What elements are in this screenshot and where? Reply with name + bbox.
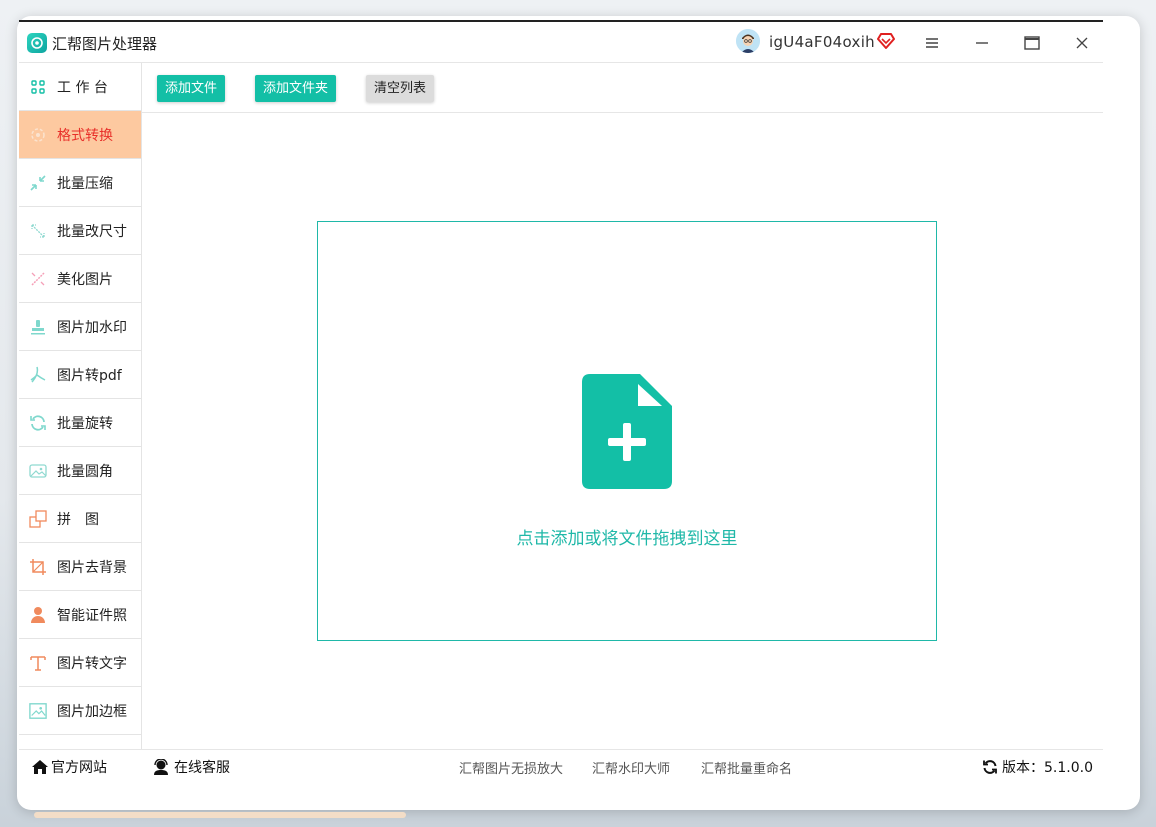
maximize-button[interactable] <box>1017 28 1047 58</box>
sidebar-item-collage[interactable]: 拼 图 <box>19 495 141 543</box>
footer-link-rename[interactable]: 汇帮批量重命名 <box>701 758 792 777</box>
app-logo-icon <box>27 33 47 53</box>
sidebar-item-rounded[interactable]: 批量圆角 <box>19 447 141 495</box>
sidebar-item-watermark[interactable]: 图片加水印 <box>19 303 141 351</box>
sidebar-item-rotate[interactable]: 批量旋转 <box>19 399 141 447</box>
menu-button[interactable] <box>917 28 947 58</box>
sidebar-item-label: 格式转换 <box>57 127 113 144</box>
frame-icon <box>29 702 47 720</box>
refresh-icon <box>983 760 997 774</box>
sidebar-item-id-photo[interactable]: 智能证件照 <box>19 591 141 639</box>
sidebar-item-label: 拼 图 <box>57 511 99 528</box>
app-title: 汇帮图片处理器 <box>52 35 158 53</box>
sidebar-item-label: 图片转pdf <box>57 367 122 384</box>
minimize-button[interactable] <box>967 28 997 58</box>
add-folder-button[interactable]: 添加文件夹 <box>255 75 337 102</box>
dropzone-hint: 点击添加或将文件拖拽到这里 <box>516 529 738 549</box>
sidebar-item-label: 批量旋转 <box>57 415 113 432</box>
pdf-icon <box>29 366 47 384</box>
official-website-link[interactable]: 官方网站 <box>31 757 107 777</box>
resize-icon <box>29 222 47 240</box>
sidebar-item-compress[interactable]: 批量压缩 <box>19 159 141 207</box>
clear-list-button[interactable]: 清空列表 <box>366 75 435 102</box>
puzzle-icon <box>29 509 47 528</box>
person-icon <box>29 606 47 624</box>
text-icon <box>29 654 47 672</box>
add-file-icon <box>582 374 672 489</box>
close-button[interactable] <box>1067 28 1097 58</box>
rounded-image-icon <box>29 462 47 480</box>
sidebar-item-workbench[interactable]: 工 作 台 <box>19 63 141 111</box>
toolbar: 添加文件 添加文件夹 清空列表 <box>142 63 1103 113</box>
grid-icon <box>29 78 47 96</box>
sidebar-item-label: 工 作 台 <box>57 79 108 96</box>
title-bar: 汇帮图片处理器 igU4aF04oxih <box>19 20 1103 63</box>
beautify-icon <box>29 270 47 288</box>
sidebar-item-border[interactable]: 图片加边框 <box>19 687 141 735</box>
online-support-label: 在线客服 <box>174 760 230 776</box>
sidebar-item-label: 图片转文字 <box>57 655 127 672</box>
sidebar-item-resize[interactable]: 批量改尺寸 <box>19 207 141 255</box>
sidebar-item-label: 智能证件照 <box>57 607 127 624</box>
sidebar-item-label: 批量压缩 <box>57 175 113 192</box>
version-info[interactable]: 版本：5.1.0.0 <box>982 757 1093 777</box>
sidebar-item-label: 图片去背景 <box>57 559 127 576</box>
support-icon <box>154 759 168 775</box>
menu-icon <box>926 38 938 48</box>
maximize-icon <box>1024 36 1040 50</box>
rotate-icon <box>29 414 47 432</box>
sidebar-item-format-convert[interactable]: 格式转换 <box>19 111 141 159</box>
home-icon <box>32 760 48 774</box>
official-website-label: 官方网站 <box>51 760 107 776</box>
minimize-icon <box>976 42 988 44</box>
sidebar-item-label: 图片加边框 <box>57 703 127 720</box>
sidebar-item-ocr[interactable]: 图片转文字 <box>19 639 141 687</box>
sidebar-item-remove-bg[interactable]: 图片去背景 <box>19 543 141 591</box>
footer-link-upscale[interactable]: 汇帮图片无损放大 <box>459 758 563 777</box>
footer: 官方网站 在线客服 汇帮图片无损放大 汇帮水印大师 汇帮批量重命名 版本：5.1… <box>19 749 1103 781</box>
vip-icon[interactable] <box>876 32 896 50</box>
file-dropzone[interactable]: 点击添加或将文件拖拽到这里 <box>317 221 937 641</box>
footer-link-watermark[interactable]: 汇帮水印大师 <box>592 758 670 777</box>
sidebar-item-label: 批量圆角 <box>57 463 113 480</box>
background-strip <box>34 812 406 818</box>
username[interactable]: igU4aF04oxih <box>769 33 875 51</box>
add-file-button[interactable]: 添加文件 <box>157 75 226 102</box>
compress-icon <box>29 174 47 192</box>
stamp-icon <box>29 318 47 336</box>
online-support-link[interactable]: 在线客服 <box>152 757 230 777</box>
close-icon <box>1076 37 1088 49</box>
sidebar: 工 作 台 格式转换 批量压缩 批量改尺寸 美化图片 图片加水印 图片转pdf … <box>19 63 142 749</box>
sidebar-item-beautify[interactable]: 美化图片 <box>19 255 141 303</box>
sidebar-item-label: 批量改尺寸 <box>57 223 127 240</box>
sidebar-item-label: 图片加水印 <box>57 319 127 336</box>
convert-icon <box>29 126 47 144</box>
sidebar-item-label: 美化图片 <box>57 271 113 288</box>
version-label: 版本：5.1.0.0 <box>1002 760 1093 776</box>
user-avatar[interactable] <box>736 29 760 53</box>
crop-icon <box>29 558 47 576</box>
sidebar-item-to-pdf[interactable]: 图片转pdf <box>19 351 141 399</box>
